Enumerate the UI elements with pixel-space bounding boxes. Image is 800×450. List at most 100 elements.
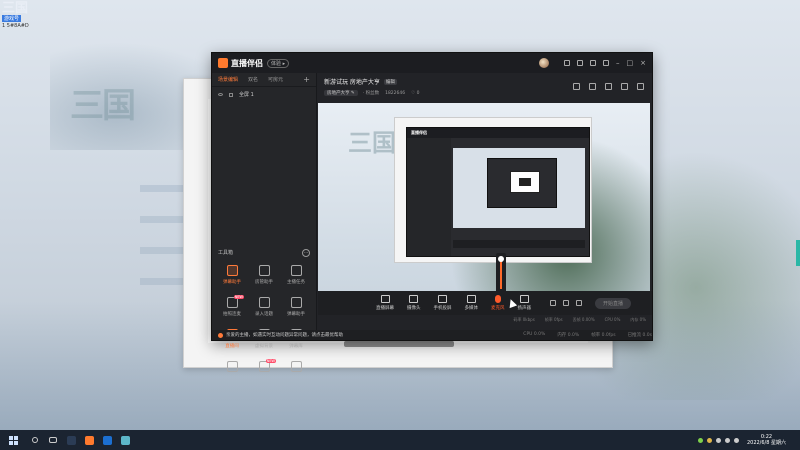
main-panel: 新游试玩 房地产大亨 编辑 房地产大亨 ✎ · 粉丝数 1822646 ♡ 0 … <box>318 73 652 330</box>
minimize-icon[interactable]: – <box>616 59 620 67</box>
add-scene-icon[interactable]: + <box>303 75 310 84</box>
tool-label: 直播间 <box>225 344 239 349</box>
message-icon[interactable] <box>590 60 596 66</box>
tool-label: 拍照连麦 <box>223 312 241 317</box>
control-icon <box>380 295 390 303</box>
live-preview[interactable]: 三国 直播伴侣 100 <box>318 103 650 291</box>
room-header: 新游试玩 房地产大亨 编辑 房地产大亨 ✎ · 粉丝数 1822646 ♡ 0 <box>318 73 652 101</box>
tool-icon <box>226 361 238 372</box>
start-live-button[interactable]: 开始直播 <box>595 297 632 309</box>
new-badge: NEW <box>265 359 276 363</box>
lock-screen-icon[interactable] <box>589 83 596 90</box>
extra-controls: 开始直播 <box>550 297 632 309</box>
bag-icon[interactable] <box>577 60 583 66</box>
tool-item[interactable]: 弹幕助手 <box>216 263 248 291</box>
control-label: 摄像头 <box>407 306 421 311</box>
room-category[interactable]: 房地产大亨 ✎ <box>324 90 358 96</box>
info-icon <box>218 332 223 338</box>
status-item: 已推流 0.0s <box>627 333 652 338</box>
clock[interactable]: 0:22 2022/6/8 星期六 <box>747 434 786 446</box>
notice-text[interactable]: 亲爱的主播，如遇实时互动问题异常问题，请点击最优帮助 <box>226 332 343 338</box>
tool-item[interactable]: NEW <box>248 359 280 387</box>
avatar[interactable] <box>539 58 549 68</box>
room-id: 1822646 <box>385 90 406 96</box>
control-icon <box>438 295 447 303</box>
tool-item[interactable]: 录入话题 <box>248 295 280 323</box>
close-icon[interactable]: × <box>640 59 646 67</box>
shield-icon[interactable] <box>98 430 116 450</box>
volume-icon[interactable] <box>724 437 730 443</box>
control-0[interactable]: 直播屏幕 <box>376 295 394 311</box>
live-companion-taskbar-icon[interactable] <box>80 430 98 450</box>
tray-app-icon[interactable] <box>706 437 712 443</box>
edit-title-button[interactable]: 编辑 <box>383 78 397 85</box>
tool-icon <box>290 297 302 308</box>
stream-stats: 码率 0kbps 帧率 0fps 丢帧 0.00% CPU 0% 内存 0% <box>503 317 646 323</box>
room-title[interactable]: 新游试玩 房地产大亨 <box>324 77 380 86</box>
control-4[interactable]: 麦克风 <box>491 295 505 311</box>
tool-item[interactable]: 主播任务 <box>280 263 312 291</box>
tool-icon <box>226 265 238 276</box>
control-icon <box>494 295 501 303</box>
control-1[interactable]: 摄像头 <box>407 295 421 311</box>
gift-icon[interactable] <box>564 60 570 66</box>
control-2[interactable]: 手机投屏 <box>434 295 452 311</box>
input-method-icon[interactable] <box>733 437 739 443</box>
room-follow-label: · 粉丝数 <box>362 91 380 96</box>
game-icon[interactable] <box>116 430 134 450</box>
tool-item[interactable] <box>216 359 248 387</box>
wallpaper-logo: 三国 <box>70 86 136 126</box>
stat-item: CPU 0% <box>604 317 621 322</box>
eye-icon[interactable] <box>218 93 223 96</box>
title-bar[interactable]: 直播伴侣 体验 ▸ – □ × <box>212 53 652 73</box>
bell-icon[interactable] <box>621 83 628 90</box>
tool-item[interactable]: 房管助手 <box>248 263 280 291</box>
live-companion-window[interactable]: 直播伴侣 体验 ▸ – □ × 场景编辑 双名 可房元 + 全屏 1 工具箱 ·… <box>211 52 653 372</box>
tab-third[interactable]: 可房元 <box>268 76 283 83</box>
app-title: 直播伴侣 <box>231 58 263 68</box>
tool-item[interactable]: 弹幕助手 <box>280 295 312 323</box>
camera-icon[interactable] <box>550 300 556 306</box>
record-icon[interactable] <box>563 300 569 306</box>
search-icon[interactable] <box>26 430 44 450</box>
share-icon[interactable] <box>637 83 644 90</box>
stat-item: 码率 0kbps <box>513 317 535 322</box>
network-icon[interactable] <box>715 437 721 443</box>
control-5[interactable]: 扬声器 <box>518 295 531 311</box>
scene-item[interactable]: 全屏 1 <box>212 87 316 102</box>
settings-gear-icon[interactable] <box>576 300 582 306</box>
scene-tabs: 场景编辑 双名 可房元 + <box>212 73 316 87</box>
beta-badge[interactable]: 体验 ▸ <box>267 58 290 68</box>
control-label: 多媒体 <box>464 306 479 311</box>
system-tray: 0:22 2022/6/8 星期六 <box>694 434 800 446</box>
tool-item[interactable]: 拍照连麦 NEW <box>216 295 248 323</box>
wechat-icon[interactable] <box>697 437 703 443</box>
volume-knob[interactable] <box>498 256 504 262</box>
maximize-icon[interactable]: □ <box>627 59 634 67</box>
task-view-icon[interactable] <box>44 430 62 450</box>
status-item: 帧率 0.0fps <box>591 333 616 338</box>
nested-title: 直播伴侣 <box>407 128 589 138</box>
stat-item: 内存 0% <box>630 317 646 322</box>
tab-scene-edit[interactable]: 场景编辑 <box>218 76 238 83</box>
status-item: CPU 0.0% <box>523 332 546 337</box>
start-button[interactable] <box>0 430 26 450</box>
volume-slider[interactable] <box>496 253 506 291</box>
tab-second[interactable]: 双名 <box>248 76 258 83</box>
screen-icon[interactable] <box>573 83 580 90</box>
lock-icon[interactable] <box>229 92 233 97</box>
steam-icon[interactable] <box>62 430 80 450</box>
control-label: 手机投屏 <box>433 306 452 311</box>
control-3[interactable]: 多媒体 <box>464 295 479 311</box>
side-handle[interactable] <box>796 240 800 266</box>
tool-item[interactable] <box>280 359 312 387</box>
layout-icon[interactable] <box>605 83 612 90</box>
settings-icon[interactable] <box>603 60 609 66</box>
tool-label: 虚拟背景 <box>255 344 273 349</box>
toolbox-header: 工具箱 ··· <box>218 249 310 257</box>
tool-label: 弹幕助手 <box>223 280 241 285</box>
tool-icon <box>290 265 302 276</box>
watermark-sub: 游戏号 <box>2 15 22 22</box>
more-icon[interactable]: ··· <box>302 249 310 257</box>
preview-wallpaper-logo: 三国 <box>348 128 396 157</box>
